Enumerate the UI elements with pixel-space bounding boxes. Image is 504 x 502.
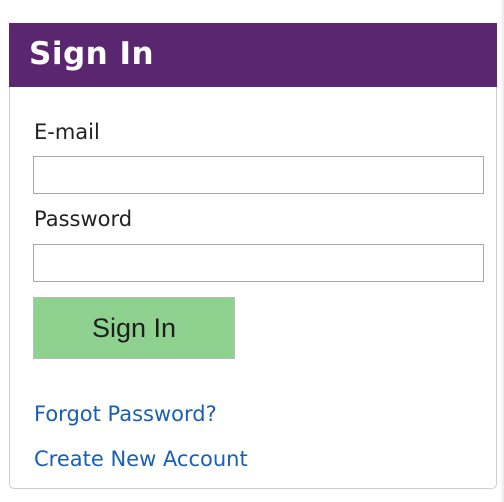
forgot-password-link[interactable]: Forgot Password? — [34, 401, 217, 427]
page-edge-shadow — [500, 0, 504, 502]
password-input[interactable] — [33, 244, 484, 282]
signin-panel: Sign In E-mail Password Sign In Forgot P… — [9, 23, 497, 489]
create-account-link[interactable]: Create New Account — [34, 446, 248, 472]
email-label: E-mail — [34, 120, 100, 144]
signin-panel-header: Sign In — [9, 23, 497, 87]
email-input[interactable] — [33, 156, 484, 194]
signin-button[interactable]: Sign In — [33, 297, 235, 359]
password-label: Password — [34, 207, 133, 231]
panel-title: Sign In — [29, 36, 155, 72]
